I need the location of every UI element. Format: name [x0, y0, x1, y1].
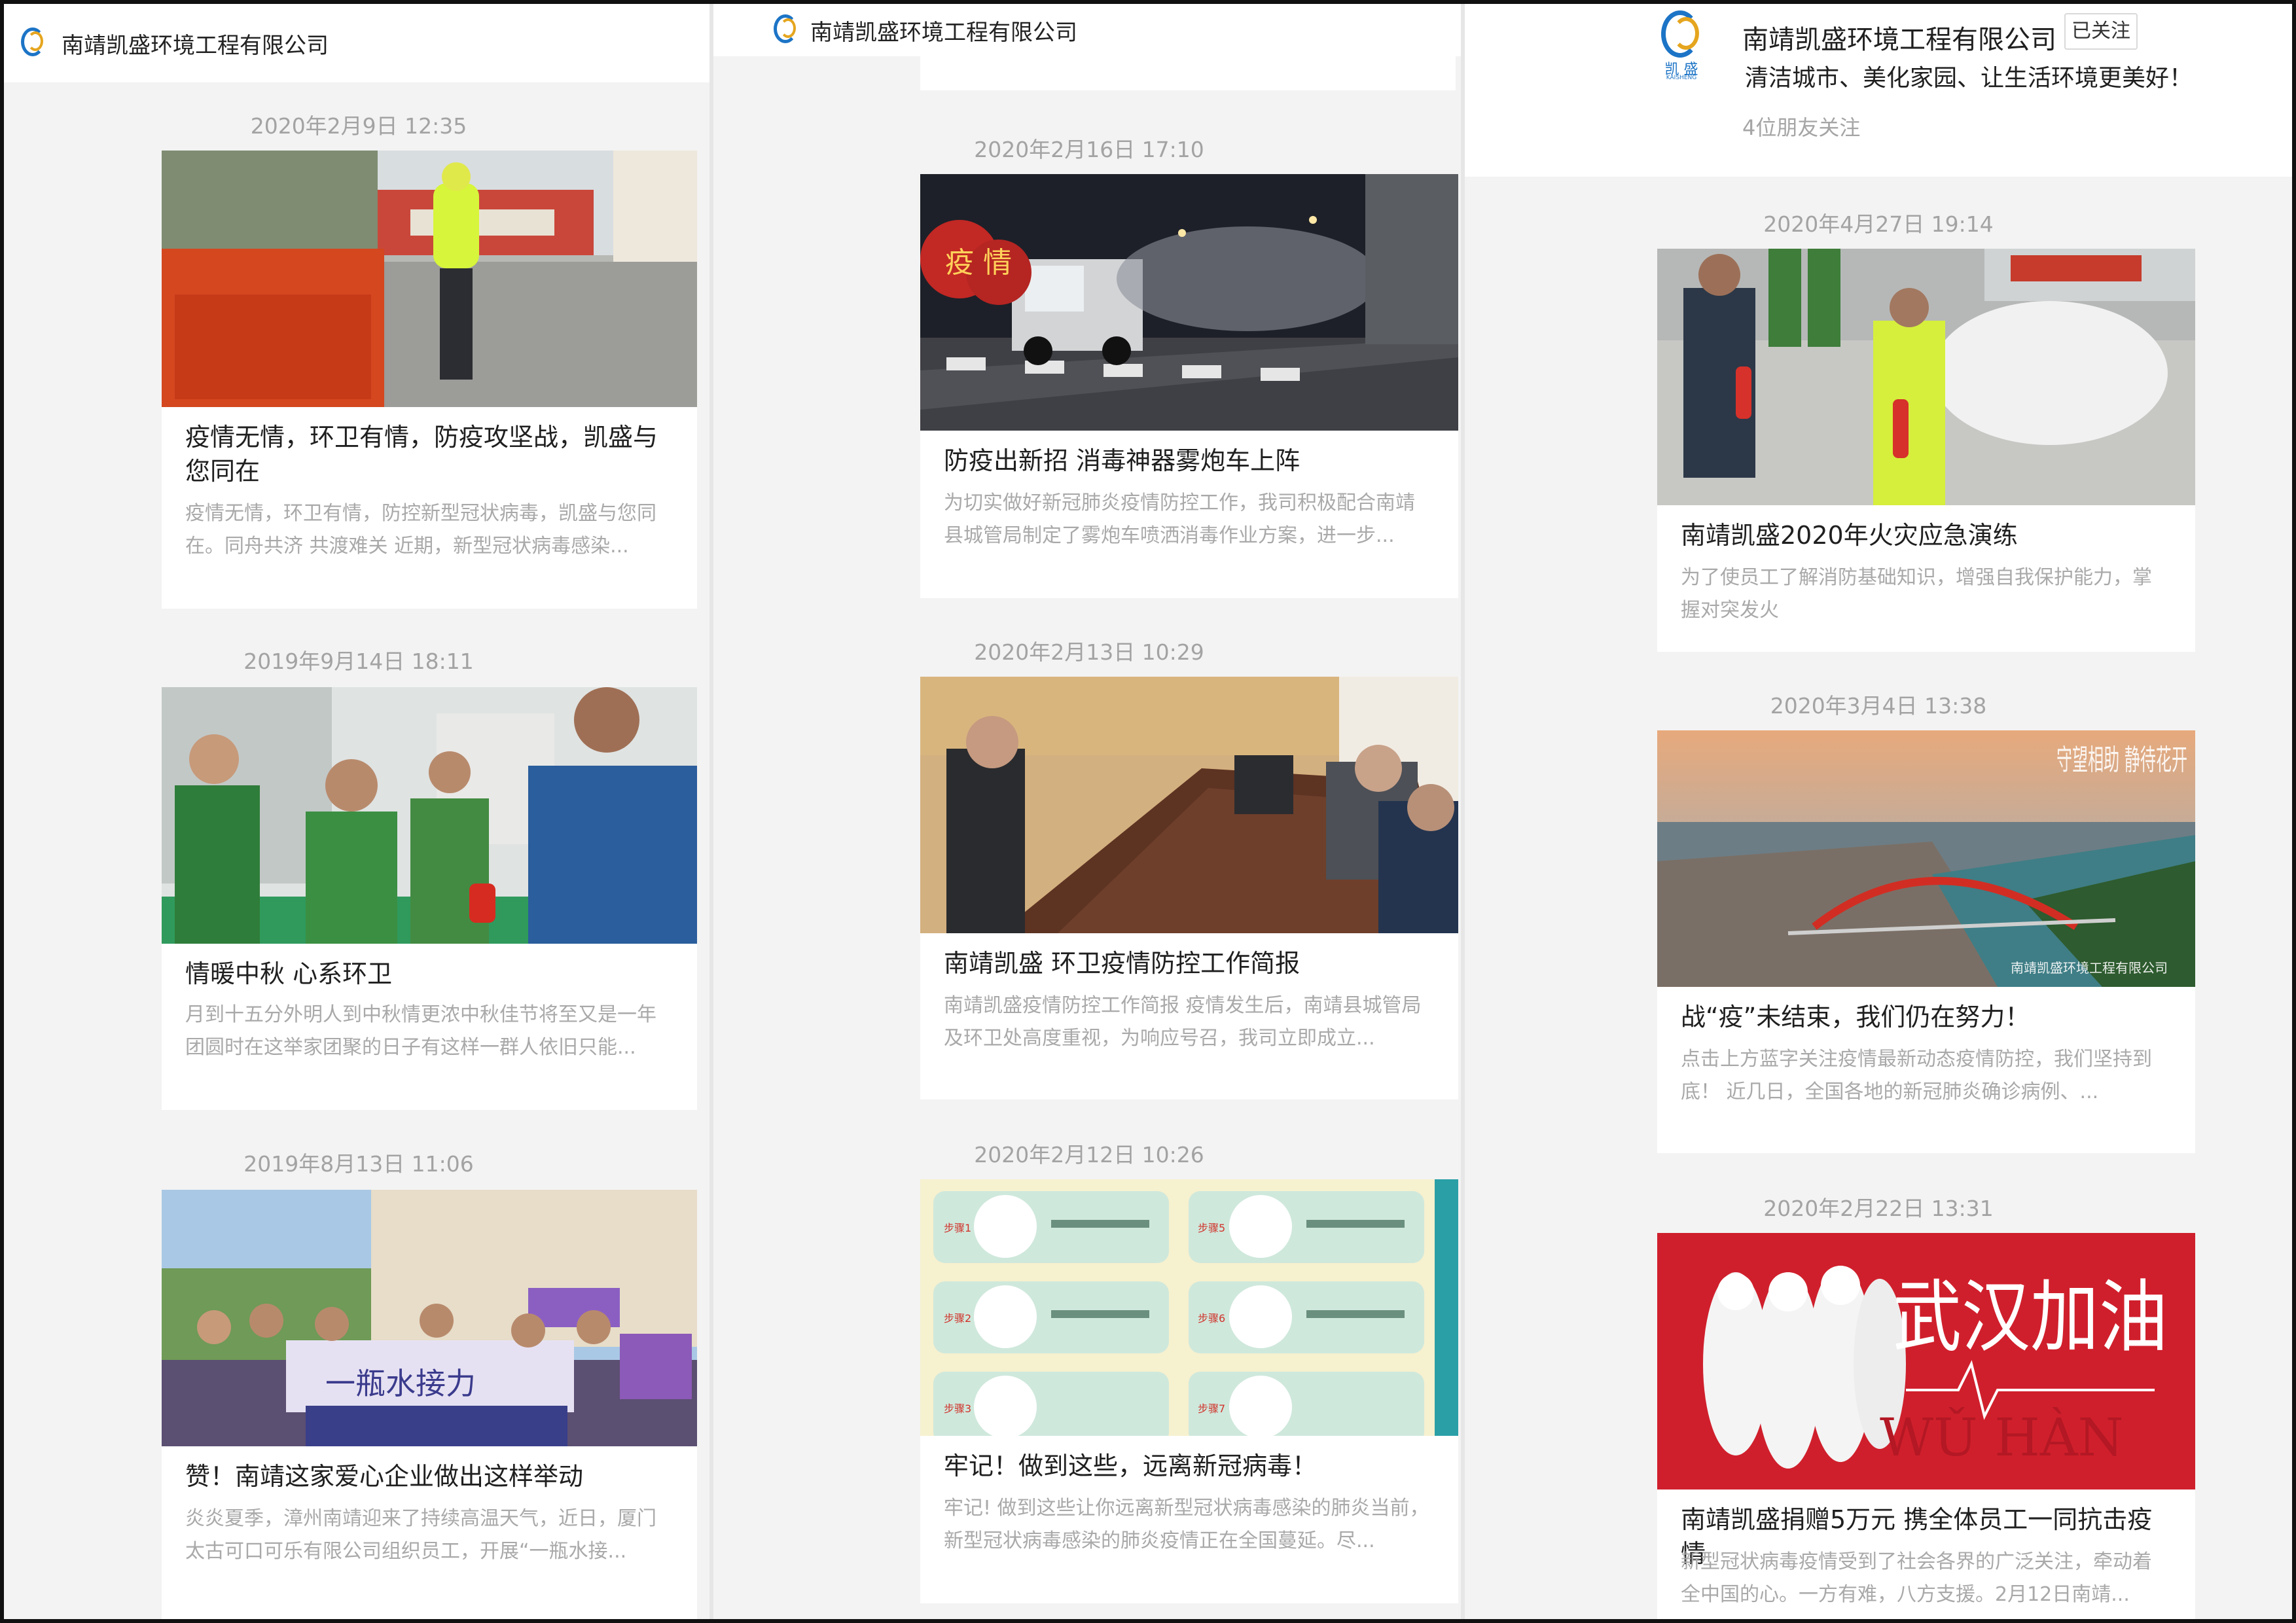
account-name: 南靖凯盛环境工程有限公司: [810, 19, 1077, 46]
article-thumbnail[interactable]: 一瓶水接力: [162, 1190, 697, 1446]
article-card[interactable]: 南靖凯盛 环卫疫情防控工作简报 南靖凯盛疫情防控工作简报 疫情发生后，南靖县城管…: [920, 677, 1458, 1099]
article-card[interactable]: 步骤1 步骤2 步骤3 步骤5 步骤6 步骤7 牢记！做到这些，远离新冠病毒！ …: [920, 1179, 1458, 1603]
account-name: 南靖凯盛环境工程有限公司: [1742, 25, 2056, 55]
article-title: 战“疫”未结束，我们仍在努力！: [1681, 1003, 2030, 1031]
article-thumbnail[interactable]: 步骤1 步骤2 步骤3 步骤5 步骤6 步骤7: [920, 1179, 1458, 1436]
article-summary: 牢记! 做到这些让你远离新型冠状病毒感染的肺炎当前，新型冠状病毒感染的肺炎疫情正…: [944, 1497, 1429, 1552]
company-logo-icon: 凯 盛 KAISHENG: [1659, 10, 1704, 81]
account-header[interactable]: 南靖凯盛环境工程有限公司: [713, 4, 1465, 56]
article-card[interactable]: 守望相助 静待花开 南靖凯盛环境工程有限公司 战“疫”未结束，我们仍在努力！ 点…: [1657, 730, 2195, 1153]
screenshot-frame: 南靖凯盛环境工程有限公司 2020年2月9日 12:35 疫情无情，环卫有情，防…: [4, 4, 2292, 1619]
column-2: 南靖凯盛环境工程有限公司 2020年2月16日 17:10 疫 情 防疫出新招 …: [713, 4, 1465, 1619]
wuhan-pinyin-text: WǓ HÀN: [1880, 1406, 2124, 1468]
article-title: 南靖凯盛 环卫疫情防控工作简报: [944, 949, 1300, 978]
article-summary: 南靖凯盛疫情防控工作简报 疫情发生后，南靖县城管局及环卫处高度重视，为响应号召，…: [944, 994, 1422, 1050]
fog-truck-sign-text: 疫 情: [945, 246, 1012, 279]
article-thumbnail[interactable]: 武汉加油 WǓ HÀN: [1657, 1233, 2195, 1489]
step-label: 步骤3: [944, 1402, 971, 1415]
post-timestamp: 2020年4月27日 19:14: [1763, 211, 1994, 237]
account-name: 南靖凯盛环境工程有限公司: [62, 32, 329, 59]
account-slogan: 清洁城市、美化家园、让生活环境更美好！: [1745, 65, 2193, 92]
step-label: 步骤7: [1198, 1402, 1225, 1415]
article-title: 疫情无情，环卫有情，防疫攻坚战，凯盛与您同在: [185, 423, 658, 486]
friends-following[interactable]: 4位朋友关注: [1742, 111, 1860, 141]
step-label: 步骤5: [1198, 1222, 1225, 1234]
article-thumbnail[interactable]: 疫 情: [920, 174, 1458, 431]
company-logo-icon: [18, 26, 45, 60]
follow-button[interactable]: 已关注: [2064, 13, 2138, 50]
article-thumbnail[interactable]: [162, 151, 697, 407]
article-card[interactable]: 一瓶水接力 赞！南靖这家爱心企业做出这样举动 炎炎夏季，漳州南靖迎来了持续高温天…: [162, 1190, 697, 1619]
article-card[interactable]: 疫 情 防疫出新招 消毒神器雾炮车上阵 为切实做好新冠肺炎疫情防控工作，我司积极…: [920, 174, 1458, 598]
company-logo-icon: [771, 13, 797, 47]
article-summary: 点击上方蓝字关注疫情最新动态疫情防控，我们坚持到底！ 近几日，全国各地的新冠肺炎…: [1681, 1048, 2152, 1103]
prev-card-bottom: [920, 56, 1456, 90]
article-title: 防疫出新招 消毒神器雾炮车上阵: [944, 446, 1300, 475]
article-thumbnail[interactable]: [920, 677, 1458, 933]
article-title: 赞！南靖这家爱心企业做出这样举动: [185, 1462, 584, 1491]
post-timestamp: 2020年2月16日 17:10: [974, 137, 1204, 162]
article-thumbnail[interactable]: [1657, 249, 2195, 505]
article-summary: 炎炎夏季，漳州南靖迎来了持续高温天气，近日，厦门太古可口可乐有限公司组织员工，开…: [185, 1507, 656, 1563]
article-title: 牢记！做到这些，远离新冠病毒！: [944, 1452, 1318, 1480]
article-summary: 新型冠状病毒疫情受到了社会各界的广泛关注，牵动着全中国的心。一方有难，八方支援。…: [1681, 1550, 2152, 1606]
article-card[interactable]: 南靖凯盛2020年火灾应急演练 为了使员工了解消防基础知识，增强自我保护能力，掌…: [1657, 249, 2195, 652]
post-timestamp: 2019年8月13日 11:06: [243, 1151, 474, 1177]
column-1: 南靖凯盛环境工程有限公司 2020年2月9日 12:35 疫情无情，环卫有情，防…: [4, 4, 713, 1619]
article-thumbnail[interactable]: 守望相助 静待花开 南靖凯盛环境工程有限公司: [1657, 730, 2195, 987]
bridge-overlay-text: 守望相助 静待花开: [2056, 743, 2187, 777]
article-card[interactable]: 情暖中秋 心系环卫 月到十五分外明人到中秋情更浓中秋佳节将至又是一年团圆时在这举…: [162, 687, 697, 1110]
article-summary: 为了使员工了解消防基础知识，增强自我保护能力，掌握对突发火: [1681, 566, 2152, 622]
column-3: 凯 盛 KAISHENG 南靖凯盛环境工程有限公司 已关注 清洁城市、美化家园、…: [1465, 4, 2292, 1619]
article-summary: 为切实做好新冠肺炎疫情防控工作，我司积极配合南靖县城管局制定了雾炮车喷洒消毒作业…: [944, 491, 1415, 547]
banner-water-text: 一瓶水接力: [325, 1366, 476, 1401]
article-card[interactable]: 疫情无情，环卫有情，防疫攻坚战，凯盛与您同在 疫情无情，环卫有情，防控新型冠状病…: [162, 151, 697, 609]
bridge-watermark-text: 南靖凯盛环境工程有限公司: [2011, 960, 2168, 976]
post-timestamp: 2020年2月22日 13:31: [1763, 1196, 1994, 1221]
article-card[interactable]: 武汉加油 WǓ HÀN 南靖凯盛捐赠5万元 携全体员工一同抗击疫情 新型冠状病毒…: [1657, 1233, 2195, 1619]
article-title: 情暖中秋 心系环卫: [185, 959, 393, 988]
post-timestamp: 2020年2月13日 10:29: [974, 639, 1204, 665]
wuhan-slogan-text: 武汉加油: [1893, 1272, 2168, 1363]
step-label: 步骤2: [944, 1312, 971, 1325]
article-title: 南靖凯盛2020年火灾应急演练: [1681, 521, 2018, 550]
account-header[interactable]: 南靖凯盛环境工程有限公司: [4, 4, 713, 82]
article-summary: 月到十五分外明人到中秋情更浓中秋佳节将至又是一年团圆时在这举家团聚的日子有这样一…: [185, 1003, 656, 1059]
logo-subtext: KAISHENG: [1666, 75, 1697, 81]
article-thumbnail[interactable]: [162, 687, 697, 944]
account-profile: 凯 盛 KAISHENG 南靖凯盛环境工程有限公司 已关注 清洁城市、美化家园、…: [1465, 4, 2292, 177]
step-label: 步骤6: [1198, 1312, 1225, 1325]
post-timestamp: 2020年3月4日 13:38: [1770, 693, 1987, 719]
post-timestamp: 2020年2月12日 10:26: [974, 1142, 1204, 1168]
article-summary: 疫情无情，环卫有情，防控新型冠状病毒，凯盛与您同在。同舟共济 共渡难关 近期，新…: [185, 502, 656, 558]
post-timestamp: 2019年9月14日 18:11: [243, 649, 474, 674]
step-label: 步骤1: [944, 1222, 971, 1234]
post-timestamp: 2020年2月9日 12:35: [250, 113, 467, 139]
